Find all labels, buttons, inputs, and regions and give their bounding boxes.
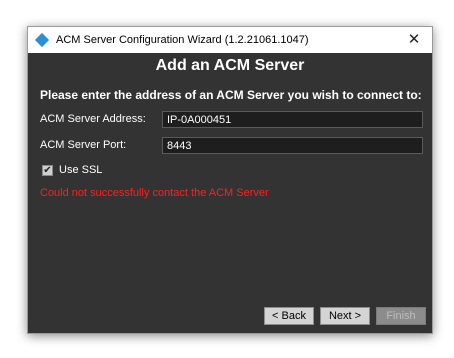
- wizard-window: ACM Server Configuration Wizard (1.2.210…: [27, 26, 433, 334]
- use-ssl-checkbox[interactable]: ✔: [42, 165, 53, 176]
- window-title: ACM Server Configuration Wizard (1.2.210…: [56, 34, 309, 46]
- error-message: Could not successfully contact the ACM S…: [40, 187, 269, 199]
- server-port-input[interactable]: [162, 137, 423, 154]
- page-title: Add an ACM Server: [155, 57, 305, 74]
- acm-diamond-icon: [34, 32, 50, 48]
- server-address-label: ACM Server Address:: [40, 113, 146, 125]
- use-ssl-label[interactable]: Use SSL: [59, 164, 102, 176]
- instructions-text: Please enter the address of an ACM Serve…: [40, 88, 422, 102]
- title-bar: ACM Server Configuration Wizard (1.2.210…: [28, 27, 432, 53]
- close-button[interactable]: ✕: [396, 27, 432, 53]
- next-button[interactable]: Next >: [320, 307, 370, 325]
- server-address-input[interactable]: [162, 111, 423, 128]
- back-button[interactable]: < Back: [264, 307, 314, 325]
- finish-button: Finish: [376, 307, 426, 325]
- server-port-label: ACM Server Port:: [40, 139, 127, 151]
